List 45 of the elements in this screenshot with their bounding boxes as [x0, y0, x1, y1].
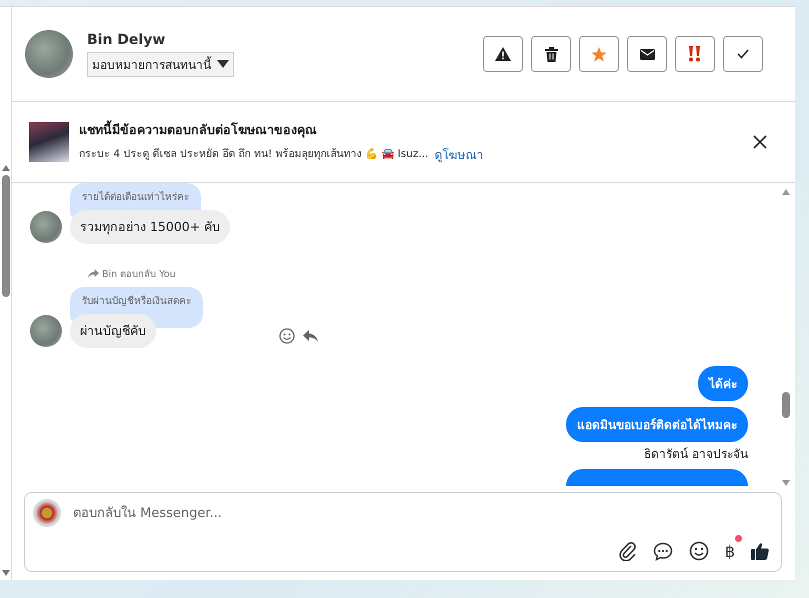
envelope-icon — [640, 48, 654, 60]
trash-button[interactable] — [531, 36, 571, 72]
scroll-up-icon[interactable] — [782, 189, 790, 195]
warning-icon — [495, 47, 511, 61]
page-avatar — [33, 499, 61, 527]
ad-description: กระบะ 4 ประตู ดีเซล ประหยัด อึด ถึก ทน! พร้อมลุยทุกเส้นทาง 💪 🚘 Isuz... — [79, 146, 428, 162]
share-arrow-icon — [88, 269, 99, 278]
message-bubble: รวมทุกอย่าง 15000+ คับ — [70, 210, 230, 244]
view-ad-link[interactable]: ดูโฆษณา — [434, 145, 484, 164]
scroll-down-icon[interactable] — [2, 570, 10, 576]
double-exclamation-button[interactable] — [675, 36, 715, 72]
scrollbar-thumb[interactable] — [782, 392, 790, 418]
double-exclamation-icon — [688, 46, 702, 62]
message-bubble: ผ่านบัญชีคับ — [70, 314, 156, 348]
contact-name: Bin Delyw — [87, 32, 166, 48]
trash-icon — [544, 46, 558, 62]
chat-bubble-icon[interactable] — [652, 542, 673, 560]
emoji-icon[interactable] — [688, 541, 709, 561]
caret-icon — [217, 60, 229, 68]
check-icon — [737, 49, 749, 59]
assign-dropdown[interactable]: มอบหมายการสนทนานี้ — [87, 52, 234, 76]
ad-notice-title: แชทนี้มีข้อความตอบกลับต่อโฆษณาของคุณ — [79, 120, 318, 140]
check-button[interactable] — [723, 36, 763, 72]
scroll-up-icon[interactable] — [2, 165, 10, 171]
star-icon — [591, 46, 607, 62]
attach-icon[interactable] — [618, 541, 637, 561]
sender-avatar — [30, 315, 62, 347]
sender-name: ธิดารัตน์ อาจประจัน — [644, 446, 748, 463]
message-bubble: แอดมินขอเบอร์ติดต่อได้ไหมคะ — [566, 407, 748, 442]
warning-button[interactable] — [483, 36, 523, 72]
emoji-icon[interactable] — [279, 328, 295, 344]
sender-avatar — [30, 211, 62, 243]
reply-icon[interactable] — [303, 330, 318, 342]
currency-button[interactable]: ฿ — [724, 542, 735, 560]
ad-thumbnail — [29, 122, 69, 162]
close-icon[interactable] — [753, 135, 767, 149]
reply-note: Bin ตอบกลับ You — [88, 266, 176, 281]
envelope-button[interactable] — [627, 36, 667, 72]
reply-input[interactable]: ตอบกลับใน Messenger... ฿ — [24, 492, 782, 572]
star-button[interactable] — [579, 36, 619, 72]
contact-avatar — [25, 30, 73, 78]
thumbs-up-icon[interactable] — [751, 542, 769, 560]
message-bubble: ได้ค่ะ — [698, 366, 748, 401]
scrollbar-thumb[interactable] — [2, 175, 10, 297]
scroll-down-icon[interactable] — [782, 480, 790, 486]
